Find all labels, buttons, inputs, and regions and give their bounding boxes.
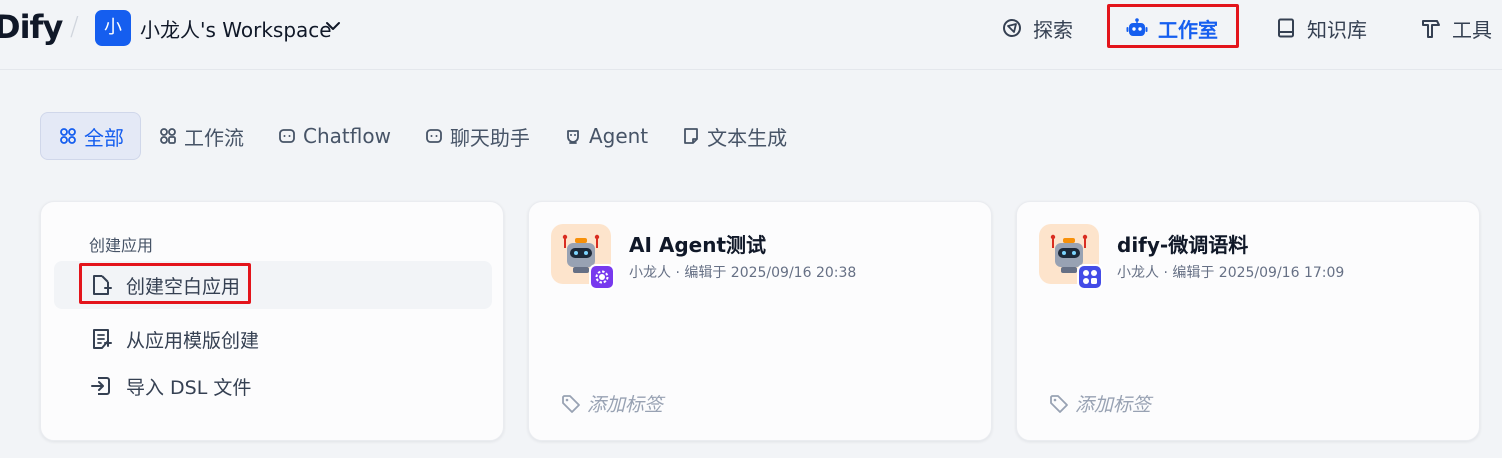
nav-explore[interactable]: 探索 [1001, 12, 1073, 44]
nav-explore-label: 探索 [1033, 17, 1073, 42]
tab-workflow-label: 工作流 [184, 125, 244, 150]
nav-tools[interactable]: 工具 [1420, 12, 1492, 44]
chat-bubble-icon [279, 129, 295, 143]
workspace-avatar[interactable]: 小 [95, 10, 131, 46]
add-tag-label: 添加标签 [587, 394, 664, 416]
tab-all-label: 全部 [84, 125, 124, 150]
nav-tools-label: 工具 [1452, 17, 1492, 42]
tab-workflow[interactable]: 工作流 [141, 112, 260, 160]
tab-chat-assistant-label: 聊天助手 [449, 125, 530, 150]
nav-studio[interactable]: 工作室 [1126, 12, 1218, 44]
create-app-card: 创建应用 创建空白应用 从应用模版创建 导入 DSL 文件 [40, 201, 504, 441]
chevron-down-icon[interactable] [323, 14, 343, 38]
app-name: AI Agent测试 [629, 233, 767, 257]
add-tag-button[interactable]: 添加标签 [561, 390, 663, 417]
document-icon [684, 128, 699, 144]
tag-icon [1050, 394, 1068, 413]
tab-chat-assistant[interactable]: 聊天助手 [407, 112, 546, 160]
nav-knowledge-label: 知识库 [1307, 17, 1367, 42]
app-card[interactable]: AI Agent测试 小龙人 · 编辑于 2025/09/16 20:38 添加… [528, 201, 992, 441]
breadcrumb-separator: / [70, 12, 79, 42]
nav-studio-label: 工作室 [1158, 17, 1218, 42]
grid-icon [60, 128, 76, 144]
app-card[interactable]: dify-微调语料 小龙人 · 编辑于 2025/09/16 17:09 添加标… [1016, 201, 1480, 441]
tag-icon [562, 394, 580, 413]
tab-chatflow[interactable]: Chatflow [260, 112, 407, 160]
workflow-icon [1083, 270, 1097, 284]
nav-knowledge[interactable]: 知识库 [1275, 12, 1367, 44]
app-type-tabs: 全部 工作流 Chatflow 聊天助手 Agent 文本生成 [40, 112, 803, 160]
tab-text-generation[interactable]: 文本生成 [664, 112, 803, 160]
add-tag-button[interactable]: 添加标签 [1049, 390, 1151, 417]
import-dsl-label: 导入 DSL 文件 [126, 376, 252, 399]
tab-all[interactable]: 全部 [40, 112, 141, 160]
import-dsl-button[interactable]: 导入 DSL 文件 [54, 362, 492, 410]
create-blank-app-label: 创建空白应用 [126, 275, 241, 298]
tab-agent[interactable]: Agent [546, 112, 664, 160]
app-name: dify-微调语料 [1117, 233, 1249, 257]
workflow-badge-icon [1077, 264, 1103, 290]
create-from-template-button[interactable]: 从应用模版创建 [54, 315, 492, 363]
create-blank-app-button[interactable]: 创建空白应用 [54, 261, 492, 309]
workspace-name[interactable]: 小龙人's Workspace [140, 14, 332, 43]
file-plus-icon [93, 275, 112, 295]
template-icon [93, 329, 112, 349]
hammer-icon [1422, 20, 1440, 38]
import-icon [91, 377, 110, 395]
app-meta: 小龙人 · 编辑于 2025/09/16 20:38 [629, 265, 857, 281]
agent-icon [567, 130, 579, 144]
agent-badge-icon [589, 264, 615, 290]
tab-text-generation-label: 文本生成 [707, 125, 788, 150]
book-icon [1278, 18, 1294, 38]
dify-logo[interactable]: Dify [0, 8, 63, 46]
chat-bubble-icon [426, 129, 442, 143]
create-from-template-label: 从应用模版创建 [126, 329, 260, 352]
app-meta: 小龙人 · 编辑于 2025/09/16 17:09 [1117, 265, 1345, 281]
robot-icon [1126, 18, 1148, 36]
create-app-title: 创建应用 [89, 236, 154, 255]
add-tag-label: 添加标签 [1075, 394, 1152, 416]
workflow-icon [160, 128, 176, 144]
compass-icon [1003, 19, 1021, 37]
tab-agent-label: Agent [588, 124, 649, 148]
gear-icon [595, 270, 609, 284]
top-header: Dify / 小 小龙人's Workspace 探索 工作室 知识库 工具 [0, 0, 1502, 70]
tab-chatflow-label: Chatflow [303, 124, 391, 148]
